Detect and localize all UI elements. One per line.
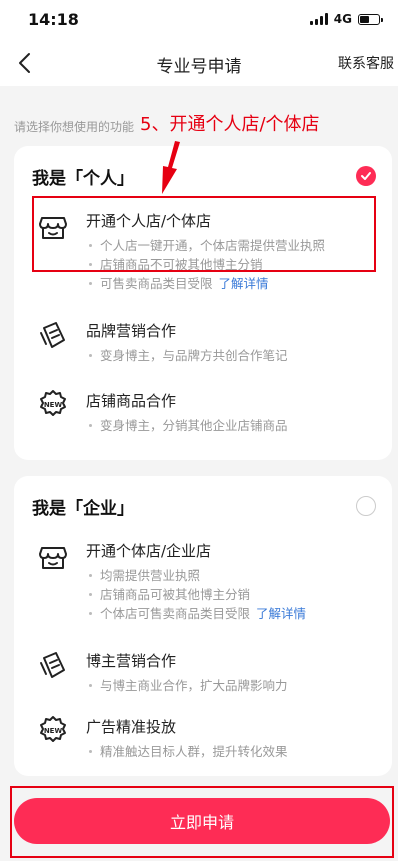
svg-text:NEW: NEW [44, 727, 63, 735]
learn-more-link[interactable]: 了解详情 [256, 606, 306, 621]
enterprise-title: 我是「企业」 [32, 499, 134, 519]
option-title: 品牌营销合作 [86, 322, 177, 340]
option-bullets: 精准触达目标人群，提升转化效果 [86, 742, 288, 761]
contact-support-button[interactable]: 联系客服 [338, 53, 394, 73]
battery-icon [358, 13, 383, 25]
option-ad-targeting[interactable]: NEW 广告精准投放 精准触达目标人群，提升转化效果 [14, 712, 392, 762]
option-bullets: 均需提供营业执照 店铺商品可被其他博主分销 个体店可售卖商品类目受限 了解详情 [86, 566, 306, 623]
option-open-enterprise-store[interactable]: 开通个体店/企业店 均需提供营业执照 店铺商品可被其他博主分销 个体店可售卖商品… [14, 536, 392, 621]
enterprise-card: 我是「企业」 开通个体店/企业店 均需提供营业执照 店铺商品可被其他博主分销 个… [14, 476, 392, 776]
tutorial-annotation: 5、开通个人店/个体店 [140, 114, 320, 135]
apply-now-button[interactable]: 立即申请 [14, 798, 390, 844]
note-icon [40, 322, 65, 348]
bullet-item: 变身博主，与品牌方共创合作笔记 [86, 346, 288, 365]
option-title: 店铺商品合作 [86, 392, 177, 410]
option-title: 开通个体店/企业店 [86, 542, 212, 560]
option-bullets: 与博主商业合作，扩大品牌影响力 [86, 676, 288, 695]
check-icon [361, 172, 371, 180]
bullet-item: 均需提供营业执照 [86, 566, 306, 585]
note-icon [40, 652, 65, 678]
bullet-item: 精准触达目标人群，提升转化效果 [86, 742, 288, 761]
new-badge-icon: NEW [40, 390, 66, 416]
nav-bar: 专业号申请 联系客服 [0, 40, 398, 86]
store-icon [39, 547, 67, 569]
option-title: 博主营销合作 [86, 652, 177, 670]
function-prompt: 请选择你想使用的功能 [14, 120, 135, 134]
bullet-item: 可售卖商品类目受限 了解详情 [86, 274, 325, 293]
option-bullets: 变身博主，分销其他企业店铺商品 [86, 416, 288, 435]
option-brand-marketing[interactable]: 品牌营销合作 变身博主，与品牌方共创合作笔记 [14, 316, 392, 366]
network-label: 4G [333, 12, 352, 26]
bullet-item: 个体店可售卖商品类目受限 了解详情 [86, 604, 306, 623]
annotation-arrow-icon [162, 141, 180, 194]
personal-title: 我是「个人」 [32, 169, 134, 189]
learn-more-link[interactable]: 了解详情 [219, 276, 269, 291]
status-indicators: 4G [309, 12, 383, 26]
bullet-text: 可售卖商品类目受限 [100, 276, 213, 291]
option-title: 广告精准投放 [86, 718, 177, 736]
highlight-box [32, 196, 376, 272]
bullet-item: 与博主商业合作，扩大品牌影响力 [86, 676, 288, 695]
enterprise-radio[interactable] [356, 496, 376, 516]
option-bullets: 变身博主，与品牌方共创合作笔记 [86, 346, 288, 365]
new-badge-icon: NEW [40, 716, 66, 742]
bullet-text: 个体店可售卖商品类目受限 [100, 606, 251, 621]
svg-text:NEW: NEW [44, 401, 63, 409]
option-blogger-marketing[interactable]: 博主营销合作 与博主商业合作，扩大品牌影响力 [14, 646, 392, 696]
status-bar: 14:18 4G [0, 0, 398, 40]
personal-card: 我是「个人」 开通个人店/个体店 个人店一键开通，个体店需提供营业执照 店铺商品… [14, 146, 392, 460]
signal-icon [309, 13, 328, 25]
status-time: 14:18 [28, 10, 79, 29]
option-store-products[interactable]: NEW 店铺商品合作 变身博主，分销其他企业店铺商品 [14, 386, 392, 436]
bullet-item: 变身博主，分销其他企业店铺商品 [86, 416, 288, 435]
bullet-item: 店铺商品可被其他博主分销 [86, 585, 306, 604]
personal-radio-checked[interactable] [356, 166, 376, 186]
